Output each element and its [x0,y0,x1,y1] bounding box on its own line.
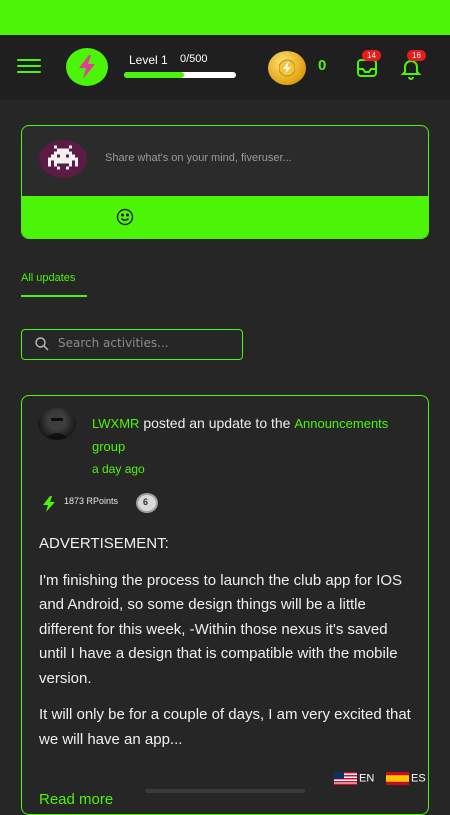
language-label-en: EN [359,772,375,785]
top-navigation-bar: Level 1 0/500 0 14 16 [0,35,450,100]
status-bar [0,0,450,35]
level-badge[interactable] [66,48,108,86]
smiley-icon[interactable] [116,208,134,226]
coin-count: 0 [318,57,327,74]
post-paragraph: ADVERTISEMENT: [39,535,169,552]
post-composer: Share what's on your mind, fiveruser... [21,125,429,239]
composer-input[interactable]: Share what's on your mind, fiveruser... [105,152,292,164]
us-flag-icon [334,772,357,785]
post-headline: LWXMR posted an update to the Announceme… [92,412,412,480]
activity-post: LWXMR posted an update to the Announceme… [21,395,429,815]
level-label: Level 1 [129,53,168,67]
user-avatar [39,140,87,178]
post-action-text: posted an update to the [139,415,295,431]
language-switch-en[interactable]: EN [334,772,374,786]
level-progress-fill [124,72,185,78]
hamburger-menu-icon[interactable] [17,59,41,75]
coin-lightning-icon [279,59,295,77]
notifications-count-badge: 16 [407,50,426,61]
post-body: ADVERTISEMENT: I'm finishing the process… [39,532,417,764]
rank-badge-icon: 6 [136,493,158,513]
post-timestamp[interactable]: a day ago [92,458,412,480]
level-progress-text: 0/500 [180,53,208,65]
rank-badge-label: 6 [143,497,149,507]
post-author-link[interactable]: LWXMR [92,416,139,431]
spain-flag-icon [386,772,409,785]
search-input[interactable] [58,336,238,350]
home-indicator [145,789,305,793]
post-paragraph: I'm finishing the process to launch the … [39,571,403,687]
tab-all-updates[interactable]: All updates [21,272,75,284]
level-progress-bar [124,72,236,78]
activity-search[interactable] [21,329,243,360]
pixel-invader-icon [48,145,78,170]
rpoints-lightning-icon [43,496,55,512]
composer-action-bar[interactable] [22,196,428,238]
lightning-icon [79,55,95,79]
language-switch-es[interactable]: ES [386,772,426,786]
active-tab-indicator [21,295,87,297]
inbox-count-badge: 14 [362,50,381,61]
language-label-es: ES [411,772,426,785]
coin-icon[interactable] [268,51,306,85]
search-icon [35,337,49,351]
author-avatar[interactable] [38,408,76,440]
post-paragraph: It will only be for a couple of days, I … [39,706,411,748]
rpoints-count: 1873 RPoints [64,496,119,506]
